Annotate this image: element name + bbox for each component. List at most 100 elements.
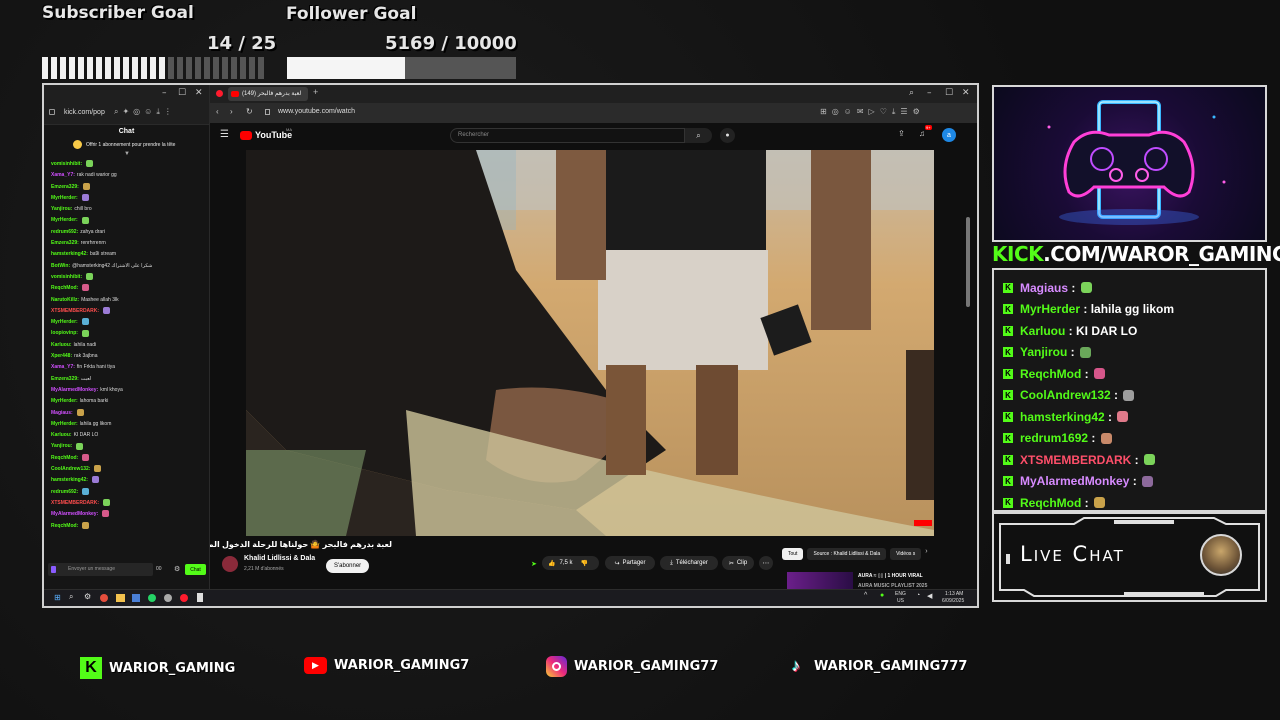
kick-chat-username[interactable]: ReqchMod: <box>51 523 78 529</box>
kick-chat-username[interactable]: XTSMEMBERDARK: <box>51 500 99 506</box>
chip-videos[interactable]: Vidéos s <box>890 548 922 560</box>
chevron-down-icon[interactable]: ▼ <box>124 151 130 157</box>
kick-chat-username[interactable]: ReqchMod: <box>51 285 78 291</box>
kick-chat-username[interactable]: Magiaus: <box>51 410 73 416</box>
share-button[interactable]: ↪ Partager <box>605 556 655 570</box>
more-icon[interactable]: ⋯ <box>759 556 773 570</box>
youtube-logo-icon[interactable] <box>240 131 252 140</box>
like-count[interactable]: 7,5 k <box>559 560 572 566</box>
address-url[interactable]: www.youtube.com/watch <box>278 108 355 115</box>
clip-button[interactable]: ✂ Clip <box>722 556 754 570</box>
chip-all[interactable]: Tout <box>782 548 804 560</box>
kick-chat-username[interactable]: Xama_Y7: <box>51 172 75 178</box>
tray-app-icon[interactable]: ● <box>880 592 884 599</box>
kick-chat-username[interactable]: redrum692: <box>51 229 78 235</box>
maximize-icon[interactable]: ☐ <box>178 88 186 98</box>
download-button[interactable]: ⤓ Télécharger <box>660 556 718 570</box>
kick-chat-username[interactable]: vomisinhibit: <box>51 161 82 167</box>
kick-chat-username[interactable]: ReqchMod: <box>51 455 78 461</box>
create-icon[interactable]: ⇪ <box>898 129 905 138</box>
subscribe-button[interactable]: S'abonner <box>326 559 370 573</box>
emote-icon[interactable] <box>51 566 56 573</box>
obs-icon[interactable] <box>164 594 172 602</box>
like-icon[interactable]: 👍 <box>548 560 555 567</box>
channel-name[interactable]: Khalid Lidlissi & Dala <box>244 555 315 562</box>
opera-icon[interactable] <box>180 594 188 602</box>
channel-avatar[interactable] <box>222 556 238 572</box>
clock-time[interactable]: 1:13 AM <box>945 591 963 597</box>
kick-chat-username[interactable]: Xama_Y7: <box>51 364 75 370</box>
kick-chat-username[interactable]: MyAlarmedMonkey: <box>51 511 98 517</box>
chip-source[interactable]: Source : Khalid Lidlissi & Dala <box>807 548 887 560</box>
notepad-icon[interactable] <box>197 593 203 602</box>
avatar[interactable]: a <box>942 128 956 142</box>
reload-icon[interactable]: ↻ <box>246 107 253 116</box>
minimize-icon[interactable]: – <box>927 88 932 98</box>
kick-chat-username[interactable]: MyAlarmedMonkey: <box>51 387 98 393</box>
language-code[interactable]: ENG <box>895 591 906 597</box>
wifi-icon[interactable]: ◔ <box>916 592 920 599</box>
kick-chat-username[interactable]: MyrHerder: <box>51 421 78 427</box>
whatsapp-icon[interactable] <box>148 594 156 602</box>
kick-chat-username[interactable]: NarutoKillz: <box>51 297 79 303</box>
emote-icon <box>103 499 111 507</box>
kick-chat-username[interactable]: BotWin: <box>51 263 70 269</box>
dislike-icon[interactable]: 👎 <box>581 560 588 567</box>
new-tab-icon[interactable]: + <box>313 87 318 97</box>
social-kick-handle: WARIOR_GAMING <box>109 660 236 676</box>
kick-chat-username[interactable]: CoolAndrew132: <box>51 466 90 472</box>
recommended-title-1[interactable]: AURA ≈ ▯▯ | 1 HOUR VIRAL <box>858 573 923 579</box>
close-icon[interactable]: ✕ <box>962 88 970 98</box>
kick-chat-username[interactable]: Yanjirou: <box>51 443 72 449</box>
kick-chat-username[interactable]: vomisinhibit: <box>51 274 82 280</box>
bell-icon[interactable]: ♫ <box>919 129 925 138</box>
kick-chat-username[interactable]: Karluou: <box>51 432 72 438</box>
kick-chat-username[interactable]: XTSMEMBERDARK: <box>51 308 99 314</box>
settings-icon[interactable]: ⚙ <box>174 565 180 573</box>
volume-icon[interactable]: ◀ <box>927 592 932 600</box>
video-player[interactable] <box>246 150 934 536</box>
mic-icon[interactable]: ● <box>720 128 735 143</box>
kick-chat-username[interactable]: Emzera329: <box>51 184 79 190</box>
minimize-icon[interactable]: – <box>162 88 167 98</box>
kick-chat-username[interactable]: hamsterking42: <box>51 477 88 483</box>
browser-extension-icons[interactable]: ⊞◎☺✉▷♡⤓☰⚙ <box>820 107 925 117</box>
kick-chat-username[interactable]: Emzera329: <box>51 240 79 246</box>
subscriber-goal-count: 14 / 25 <box>207 33 277 54</box>
kick-chat-username[interactable]: MyrHerder: <box>51 319 78 325</box>
kick-chat-username[interactable]: Karluou: <box>51 342 72 348</box>
chrome-icon[interactable] <box>100 594 108 602</box>
kick-chat-username[interactable]: hamsterking42: <box>51 251 88 257</box>
close-icon[interactable]: ✕ <box>195 88 203 98</box>
back-icon[interactable]: ‹ <box>216 107 219 116</box>
search-input[interactable]: Rechercher <box>450 128 685 143</box>
scrollbar[interactable] <box>966 217 970 307</box>
kick-chat-username[interactable]: loopiovinp: <box>51 330 78 336</box>
kick-chat-username[interactable]: Emzera329: <box>51 376 79 382</box>
kick-chat-username[interactable]: Xper448: <box>51 353 72 359</box>
search-button[interactable]: ⌕ <box>685 128 712 143</box>
recommended-thumbnail[interactable] <box>787 572 853 589</box>
youtube-browser-window: (149) لعبة بدرهم فالبحر + ⌕ – ☐ ✕ ‹ › ↻ … <box>210 85 977 589</box>
kick-chat-username[interactable]: MyrHerder: <box>51 217 78 223</box>
gear-icon[interactable]: ⚙ <box>84 592 91 601</box>
menu-icon[interactable]: ☰ <box>220 129 229 140</box>
folder-icon[interactable] <box>116 594 125 602</box>
kick-chat-send-button[interactable]: Chat <box>185 564 206 575</box>
windows-start-icon[interactable]: ⊞ <box>54 593 61 602</box>
store-icon[interactable] <box>132 594 140 602</box>
browser-tab-youtube[interactable]: (149) لعبة بدرهم فالبحر <box>228 87 308 101</box>
kick-message-input[interactable]: Envoyer un message <box>48 563 153 576</box>
tray-chevron-icon[interactable]: ^ <box>864 592 867 599</box>
kick-chat-username[interactable]: Yanjirou: <box>51 206 72 212</box>
chevron-right-icon[interactable]: › <box>925 548 927 560</box>
forward-icon[interactable]: › <box>230 107 233 116</box>
kick-url-bar[interactable]: kick.com/pop <box>64 109 105 116</box>
kick-chat-username[interactable]: MyrHerder: <box>51 398 78 404</box>
browser-toolbar-icons[interactable]: ⌕✦◎☺⤓⋮ <box>114 107 176 117</box>
search-tabs-icon[interactable]: ⌕ <box>909 88 914 98</box>
kick-chat-username[interactable]: MyrHerder: <box>51 195 78 201</box>
maximize-icon[interactable]: ☐ <box>945 88 953 98</box>
kick-chat-username[interactable]: redrum692: <box>51 489 78 495</box>
search-icon[interactable]: ⌕ <box>69 592 73 602</box>
